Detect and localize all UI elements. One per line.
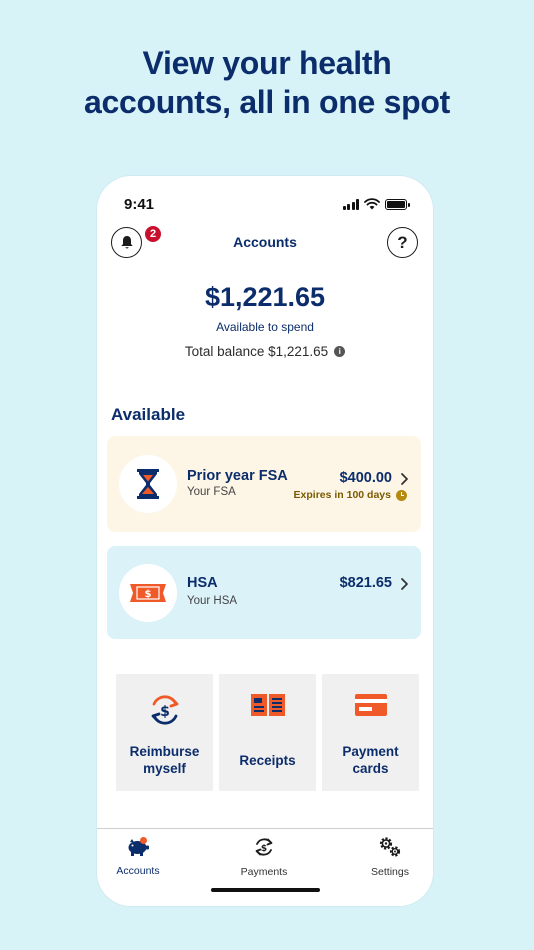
account-name: Prior year FSA [187,468,288,484]
payment-card-icon [354,694,387,716]
payment-cards-label: Payment cards [342,744,399,776]
expiration-text: Expires in 100 days [293,489,391,501]
account-card-prior-year-fsa[interactable]: Prior year FSA Your FSA $400.00 Expires … [107,436,421,532]
available-balance-amount: $1,221.65 [204,282,326,312]
payments-icon: $ [255,838,273,856]
tab-payments-label: Payments [240,866,288,878]
piggy-bank-icon [128,837,149,856]
svg-text:$: $ [160,704,170,720]
clock-icon [396,489,407,501]
help-button[interactable]: ? [387,227,418,258]
available-balance-label: Available to spend [216,320,314,334]
headline-line-2: accounts, all in one spot [84,84,450,120]
app-header: 2 Accounts ? [97,225,433,258]
reimburse-myself-label: Reimburse myself [129,744,200,776]
tab-accounts[interactable]: Accounts [97,835,183,877]
info-icon[interactable]: i [334,346,346,357]
dollar-bill-icon: $ [130,584,166,602]
home-indicator [211,888,320,892]
help-icon: ? [397,232,408,252]
tab-accounts-label: Accounts [116,865,160,877]
account-icon-circle [119,455,177,513]
battery-icon [385,198,410,210]
reimburse-myself-button[interactable]: $ Reimburse myself [116,674,213,791]
account-subtitle: Your HSA [187,595,238,607]
receipts-button[interactable]: Receipts [219,674,316,791]
available-section-title: Available [111,405,186,424]
account-amount: $821.65 [339,575,392,591]
expiration-note: Expires in 100 days [294,489,407,501]
tab-payments[interactable]: $ Payments [219,835,309,878]
receipt-book-icon [250,694,285,716]
account-card-hsa[interactable]: $ HSA Your HSA $821.65 [107,546,421,639]
account-name: HSA [187,575,218,591]
chevron-right-icon [401,578,408,590]
total-balance-text: Total balance $1,221.65 [184,344,329,359]
svg-text:$: $ [261,844,267,854]
status-icons [342,198,410,210]
hourglass-icon [137,469,159,499]
svg-text:$: $ [145,589,152,600]
gears-icon [379,837,401,857]
total-balance-row: Total balance $1,221.65 i [97,344,433,359]
status-time: 9:41 [124,196,155,213]
account-subtitle: Your FSA [187,486,236,498]
cellular-signal-icon [342,198,359,210]
tab-settings[interactable]: Settings [345,835,433,878]
phone-frame: 9:41 2 Accounts ? $1,221.65 Available to… [97,176,433,906]
page-title: Accounts [233,234,297,250]
bottom-tab-bar: Accounts $ Payments Settings [97,828,433,906]
receipts-label: Receipts [239,753,296,768]
wifi-icon [364,198,380,210]
quick-actions: $ Reimburse myself Receipts Payment card… [116,674,419,791]
promo-headline: View your health accounts, all in one sp… [0,44,534,122]
headline-line-1: View your health [142,45,392,81]
tab-settings-label: Settings [371,866,409,878]
account-icon-circle: $ [119,564,177,622]
reimburse-icon: $ [151,695,178,725]
status-bar: 9:41 [97,195,433,217]
account-amount: $400.00 [339,470,392,486]
chevron-right-icon [401,473,408,485]
payment-cards-button[interactable]: Payment cards [322,674,419,791]
